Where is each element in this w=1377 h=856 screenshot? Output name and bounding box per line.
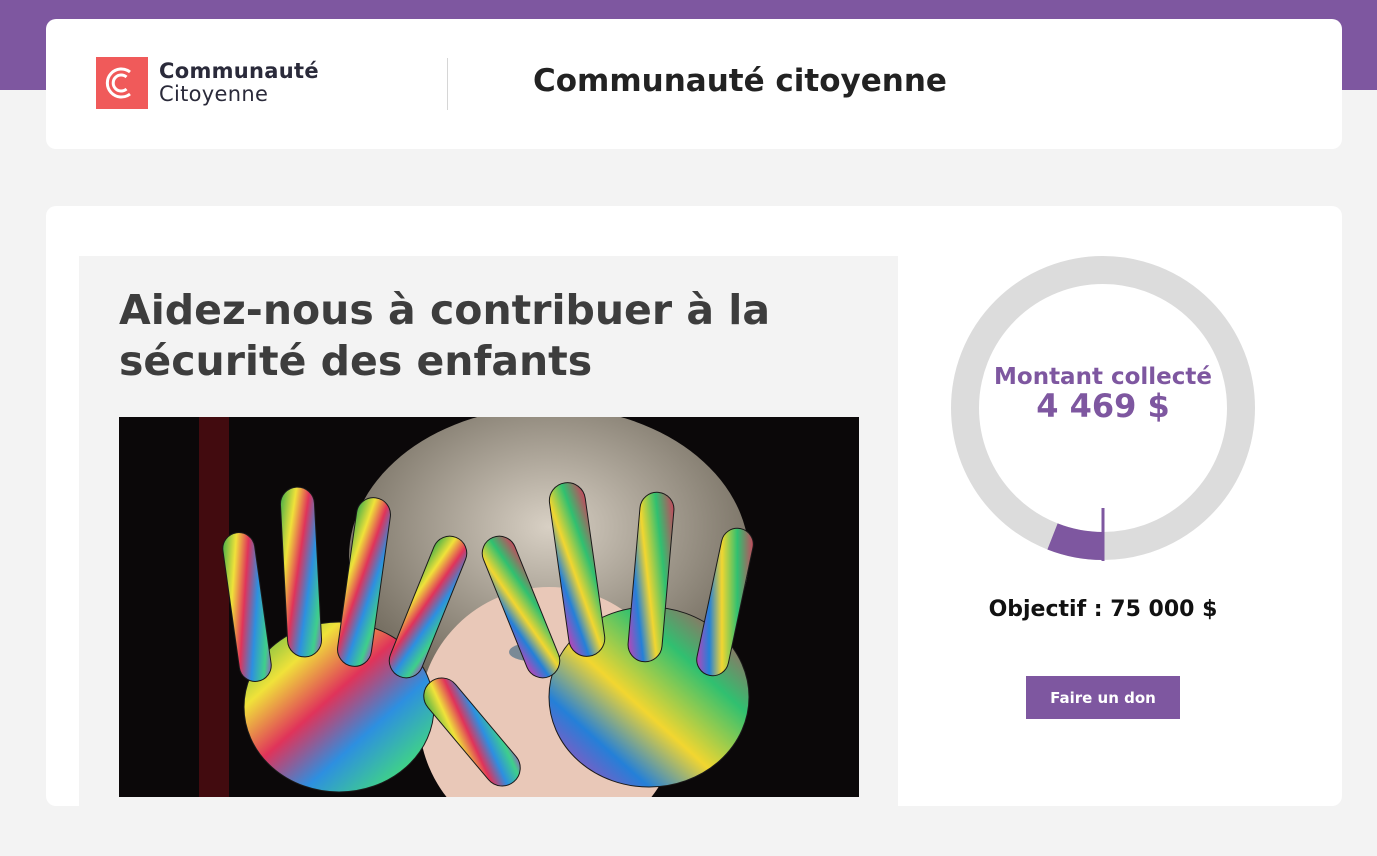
logo-wordmark: Communauté Citoyenne [159,60,319,105]
goal-text: Objectif : 75 000 $ [988,597,1218,622]
collected-amount: 4 469 $ [1036,387,1170,425]
site-header: Communauté Citoyenne Communauté citoyenn… [46,19,1342,149]
campaign-title: Aidez-nous à contribuer à la sécurité de… [119,286,771,385]
donation-progress-ring: Montant collecté 4 469 $ [950,255,1256,585]
site-title: Communauté citoyenne [533,63,947,99]
logo-line1: Communauté [159,59,319,84]
site-logo[interactable]: Communauté Citoyenne [96,57,319,109]
logo-c-icon [96,57,148,109]
logo-line2: Citoyenne [159,82,269,106]
campaign-card: Aidez-nous à contribuer à la sécurité de… [46,206,1342,856]
progress-ring-fill [1047,523,1104,560]
collected-summary: Montant collecté 4 469 $ [950,364,1256,425]
campaign-image [119,417,859,797]
header-divider [447,58,448,110]
donate-button[interactable]: Faire un don [1026,676,1180,719]
campaign-panel: Aidez-nous à contribuer à la sécurité de… [79,256,898,856]
